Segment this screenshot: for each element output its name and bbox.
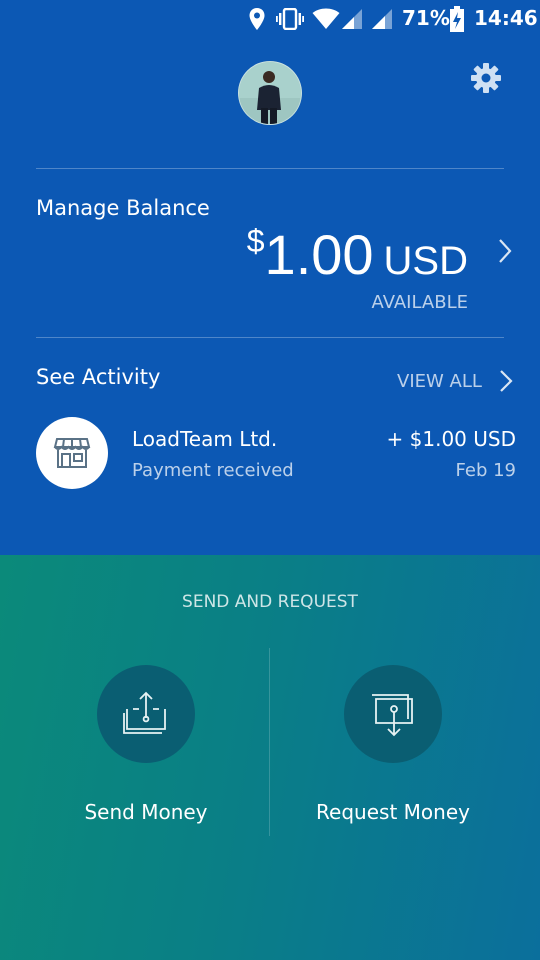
wifi-icon: [312, 8, 340, 29]
balance-amount[interactable]: $1.00 USD: [247, 222, 468, 287]
currency-symbol: $: [246, 223, 265, 259]
merchant-name: LoadTeam Ltd.: [132, 427, 278, 451]
merchant-avatar: [36, 417, 108, 489]
vertical-divider: [269, 648, 270, 836]
battery-charging-icon: [450, 6, 464, 32]
send-money-label[interactable]: Send Money: [46, 800, 246, 824]
signal-icon: [372, 9, 392, 29]
send-money-circle[interactable]: [97, 665, 195, 763]
divider: [36, 337, 504, 338]
profile-photo: [239, 62, 301, 124]
chevron-right-icon[interactable]: [498, 369, 514, 393]
status-bar: 71% 14:46: [0, 0, 540, 38]
balance-status: AVAILABLE: [371, 292, 468, 313]
transaction-amount: + $1.00 USD: [386, 427, 516, 451]
activity-title: See Activity: [36, 365, 161, 389]
store-icon: [53, 438, 91, 468]
signal-icon: [342, 9, 362, 29]
balance-title[interactable]: Manage Balance: [36, 196, 210, 220]
avatar[interactable]: [238, 61, 302, 125]
request-money-icon: [372, 694, 413, 737]
divider: [36, 168, 504, 169]
send-money-icon: [123, 691, 166, 734]
send-request-panel: [0, 555, 540, 960]
transaction-description: Payment received: [132, 460, 294, 481]
view-all-link[interactable]: VIEW ALL: [397, 371, 482, 392]
request-money-label[interactable]: Request Money: [283, 800, 503, 824]
balance-value: 1.00: [264, 223, 374, 286]
battery-percent: 71%: [402, 6, 450, 30]
clock: 14:46: [474, 6, 538, 30]
request-money-circle[interactable]: [344, 665, 442, 763]
vibrate-icon: [276, 8, 304, 30]
gear-icon[interactable]: [470, 62, 502, 94]
send-request-title: SEND AND REQUEST: [182, 592, 358, 612]
app-screen: 71% 14:46 Manage Balance $1.00 USD AVAIL…: [0, 0, 540, 960]
location-icon: [249, 8, 265, 30]
transaction-date: Feb 19: [455, 460, 517, 481]
chevron-right-icon[interactable]: [497, 238, 513, 264]
currency-code: USD: [383, 239, 468, 283]
